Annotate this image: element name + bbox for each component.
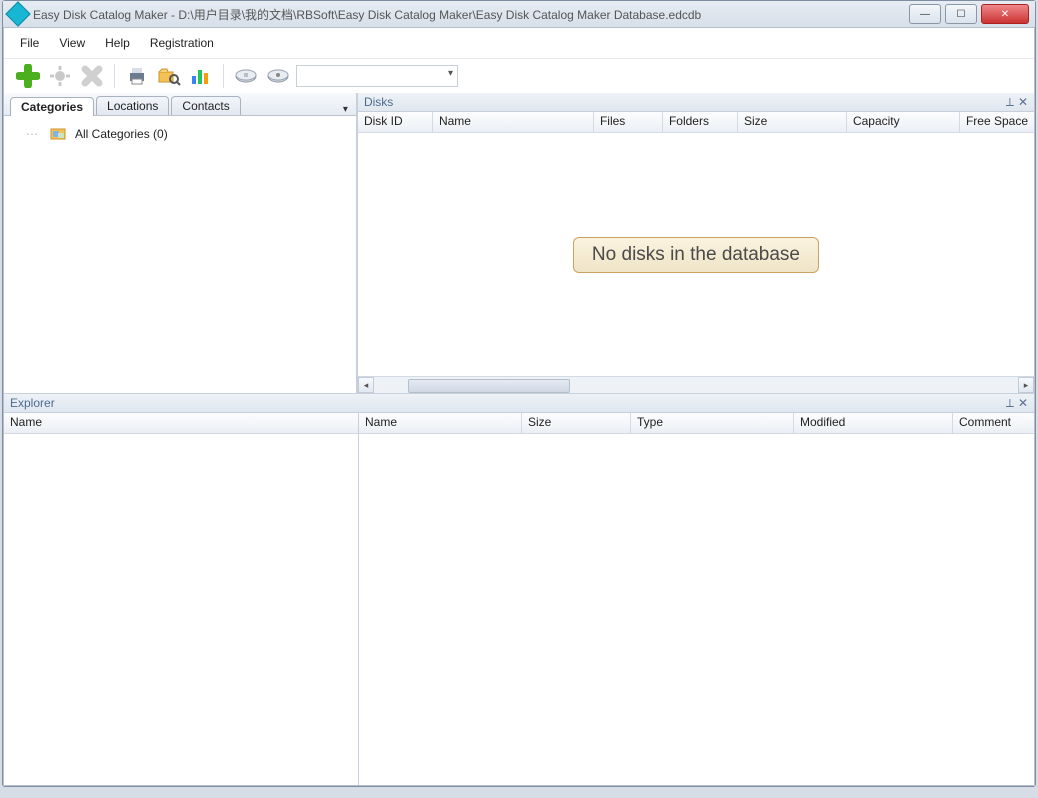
col-exp-left-name[interactable]: Name [4,413,358,433]
explorer-tree-panel: Name [4,413,359,785]
col-size[interactable]: Size [738,112,847,132]
chart-icon[interactable] [187,62,215,90]
disks-panel: Disks ⟂ ✕ Disk ID Name Files Folders Siz… [357,93,1034,393]
window-title: Easy Disk Catalog Maker - D:\用户目录\我的文档\R… [33,6,701,23]
minimize-button[interactable]: — [909,4,941,24]
menu-view[interactable]: View [59,36,85,50]
col-exp-size[interactable]: Size [522,413,631,433]
delete-icon[interactable] [78,62,106,90]
disks-columns: Disk ID Name Files Folders Size Capacity… [358,112,1034,133]
menu-bar: File View Help Registration [4,28,1034,58]
category-tree[interactable]: ⋯ All Categories (0) [4,116,356,393]
tabs-bar: Categories Locations Contacts ▾ [4,93,356,116]
side-panel: Categories Locations Contacts ▾ ⋯ All Ca… [4,93,357,393]
toolbar [4,58,1034,93]
menu-help[interactable]: Help [105,36,130,50]
pin-icon[interactable]: ⟂ [1006,396,1014,411]
col-exp-name[interactable]: Name [359,413,522,433]
tab-contacts[interactable]: Contacts [171,96,240,115]
col-exp-type[interactable]: Type [631,413,794,433]
explorer-pane-header: Explorer ⟂ ✕ [4,393,1034,413]
window-titlebar: Easy Disk Catalog Maker - D:\用户目录\我的文档\R… [3,1,1035,28]
close-pane-icon[interactable]: ✕ [1018,95,1028,110]
explorer-tree[interactable] [4,434,358,785]
close-button[interactable]: ✕ [981,4,1029,24]
add-icon[interactable] [14,62,42,90]
explorer-list[interactable] [359,434,1034,785]
tree-item-label: All Categories (0) [75,127,168,141]
app-icon [5,1,30,26]
col-exp-comment[interactable]: Comment [953,413,1034,433]
scroll-thumb[interactable] [408,379,570,393]
horizontal-scrollbar[interactable]: ◂ ▸ [358,376,1034,393]
col-diskid[interactable]: Disk ID [358,112,433,132]
empty-placeholder: No disks in the database [573,237,819,273]
col-capacity[interactable]: Capacity [847,112,960,132]
disk-icon-2[interactable] [264,62,292,90]
scroll-left-icon[interactable]: ◂ [358,377,374,393]
toolbar-combo[interactable] [296,65,458,87]
col-freespace[interactable]: Free Space [960,112,1034,132]
tab-categories[interactable]: Categories [10,97,94,116]
maximize-button[interactable]: ☐ [945,4,977,24]
menu-file[interactable]: File [20,36,39,50]
col-folders[interactable]: Folders [663,112,738,132]
find-icon[interactable] [155,62,183,90]
tabs-dropdown-icon[interactable]: ▾ [343,104,348,115]
col-exp-modified[interactable]: Modified [794,413,953,433]
disks-pane-title: Disks [364,95,393,109]
explorer-pane-title: Explorer [10,396,55,410]
scroll-right-icon[interactable]: ▸ [1018,377,1034,393]
disks-list[interactable]: No disks in the database [358,133,1034,376]
close-pane-icon[interactable]: ✕ [1018,396,1028,411]
tree-expander-icon: ⋯ [26,127,39,141]
pin-icon[interactable]: ⟂ [1006,95,1014,110]
disks-pane-header: Disks ⟂ ✕ [358,93,1034,112]
explorer-list-panel: Name Size Type Modified Comment [359,413,1034,785]
col-files[interactable]: Files [594,112,663,132]
tree-item-all-categories[interactable]: ⋯ All Categories (0) [10,124,356,144]
explorer-panel: Name Name Size Type Modified Comment [4,413,1034,785]
col-name[interactable]: Name [433,112,594,132]
category-folder-icon [49,126,69,142]
menu-registration[interactable]: Registration [150,36,214,50]
disk-icon-1[interactable] [232,62,260,90]
print-icon[interactable] [123,62,151,90]
gear-icon[interactable] [46,62,74,90]
tab-locations[interactable]: Locations [96,96,169,115]
